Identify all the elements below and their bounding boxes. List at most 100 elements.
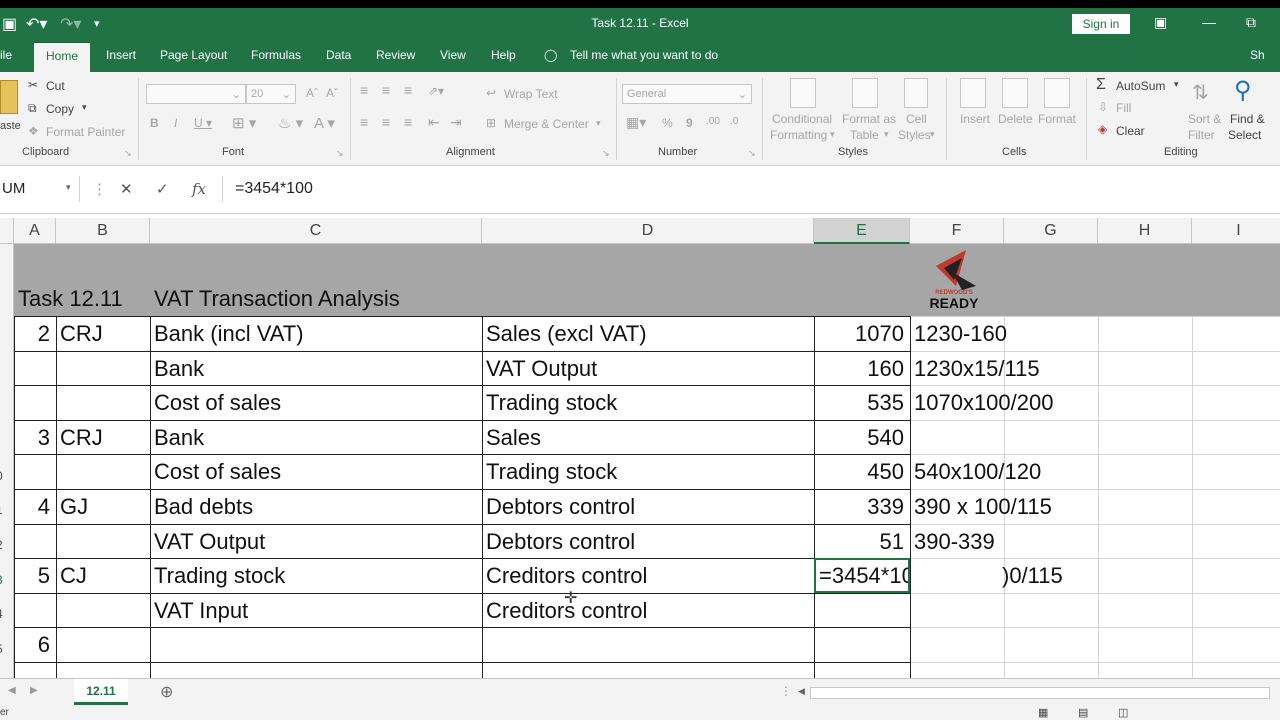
insert-function-icon[interactable]: fx xyxy=(192,180,206,198)
select-all-corner[interactable] xyxy=(0,218,14,244)
cell-styles-line1[interactable]: Cell xyxy=(906,112,927,126)
tab-formulas[interactable]: Formulas xyxy=(251,48,301,62)
merge-dropdown-icon[interactable]: ▾ xyxy=(596,118,601,129)
cell-f[interactable]: 390 x 100/115 xyxy=(910,489,1098,524)
row-header[interactable]: 4 xyxy=(0,607,3,621)
insert-cells-icon[interactable] xyxy=(960,78,986,108)
cell-b[interactable]: GJ xyxy=(56,489,150,524)
insert-cells-button[interactable]: Insert xyxy=(960,112,990,126)
format-painter-button[interactable]: Format Painter xyxy=(46,125,125,139)
tab-file[interactable]: ile xyxy=(0,48,12,62)
row-header[interactable]: 3 xyxy=(0,573,3,587)
conditional-dropdown-icon[interactable]: ▾ xyxy=(830,129,835,140)
cell-d[interactable]: Trading stock xyxy=(482,385,814,420)
cell-d[interactable]: Debtors control xyxy=(482,489,814,524)
cell-e[interactable] xyxy=(814,593,910,628)
cell-c[interactable]: VAT Output xyxy=(150,524,482,559)
cell-c[interactable]: Bank xyxy=(150,420,482,455)
format-table-dropdown-icon[interactable]: ▾ xyxy=(884,129,889,140)
cell-b[interactable] xyxy=(56,593,150,628)
column-header-g[interactable]: G xyxy=(1004,218,1098,244)
sort-filter-icon[interactable]: ⇅ xyxy=(1192,80,1209,105)
name-box-dropdown-icon[interactable]: ▾ xyxy=(66,182,71,193)
cell-e[interactable]: 339 xyxy=(814,489,910,524)
cell-a[interactable] xyxy=(14,593,56,628)
column-header-e[interactable]: E xyxy=(814,218,910,244)
cell-f[interactable]: 1230-160 xyxy=(910,316,1098,351)
ribbon-display-icon[interactable]: ▣ xyxy=(1154,14,1167,31)
row-header[interactable]: 5 xyxy=(0,642,3,656)
column-header-a[interactable]: A xyxy=(14,218,56,244)
tab-data[interactable]: Data xyxy=(326,48,351,62)
cell-d[interactable]: Trading stock xyxy=(482,454,814,489)
cell-e[interactable]: 1070 xyxy=(814,316,910,351)
tab-review[interactable]: Review xyxy=(376,48,415,62)
cut-button[interactable]: Cut xyxy=(46,79,65,93)
cell-f[interactable]: 1070x100/200 xyxy=(910,385,1098,420)
align-top-icon[interactable]: ≡ xyxy=(360,82,368,98)
align-bottom-icon[interactable]: ≡ xyxy=(404,82,412,98)
merge-center-button[interactable]: Merge & Center xyxy=(504,117,589,131)
clipboard-launcher-icon[interactable]: ↘ xyxy=(124,148,132,159)
column-header-i[interactable]: I xyxy=(1192,218,1280,244)
enter-entry-icon[interactable]: ✓ xyxy=(156,180,169,198)
tab-page-layout[interactable]: Page Layout xyxy=(160,48,227,62)
cell-d[interactable]: Creditors control xyxy=(482,593,814,628)
cell-e[interactable]: 160 xyxy=(814,351,910,386)
underline-icon[interactable]: U ▾ xyxy=(194,116,212,130)
cell-a[interactable]: 5 xyxy=(14,558,56,593)
cell-f[interactable]: 390-339 xyxy=(910,524,1098,559)
horizontal-scrollbar[interactable] xyxy=(810,687,1270,699)
sort-filter-line2[interactable]: Filter xyxy=(1188,128,1215,142)
cell-e[interactable]: 450 xyxy=(814,454,910,489)
cell-c[interactable]: Bank (incl VAT) xyxy=(150,316,482,351)
format-as-table-icon[interactable] xyxy=(852,78,878,108)
align-right-icon[interactable]: ≡ xyxy=(404,114,412,130)
cell-b[interactable] xyxy=(56,627,150,662)
cell-b[interactable]: CJ xyxy=(56,558,150,593)
cell-f[interactable]: )0/115 xyxy=(910,558,1098,593)
font-size-select[interactable]: 20 ⌄ xyxy=(246,84,296,104)
restore-icon[interactable]: ⧉ xyxy=(1246,14,1256,31)
cell-a[interactable] xyxy=(14,454,56,489)
orientation-icon[interactable]: ⇗▾ xyxy=(428,84,444,98)
cell-d[interactable]: Debtors control xyxy=(482,524,814,559)
conditional-formatting-line2[interactable]: Formatting xyxy=(770,128,827,142)
autosum-icon[interactable]: Σ xyxy=(1096,76,1106,94)
cell-f[interactable] xyxy=(910,420,1098,455)
decrease-decimal-icon[interactable]: .0 xyxy=(730,116,738,127)
cell-c[interactable] xyxy=(150,627,482,662)
cell-c[interactable]: Bad debts xyxy=(150,489,482,524)
cancel-entry-icon[interactable]: ✕ xyxy=(120,180,133,198)
decrease-indent-icon[interactable]: ⇤ xyxy=(428,114,440,131)
next-sheet-icon[interactable]: ▶ xyxy=(30,685,38,696)
cell-c[interactable]: VAT Input xyxy=(150,593,482,628)
decrease-font-icon[interactable]: Aˇ xyxy=(326,86,338,100)
font-launcher-icon[interactable]: ↘ xyxy=(336,148,344,159)
font-name-select[interactable]: ⌄ xyxy=(146,84,246,104)
cell-a[interactable] xyxy=(14,385,56,420)
cell-c[interactable]: Cost of sales xyxy=(150,385,482,420)
fill-icon[interactable]: ⇩ xyxy=(1098,100,1108,114)
cell-e[interactable] xyxy=(814,627,910,662)
sheet-tab-active[interactable]: 12.11 xyxy=(74,679,128,705)
cell-b[interactable] xyxy=(56,385,150,420)
page-layout-view-icon[interactable]: ▤ xyxy=(1078,706,1088,719)
cell-b[interactable]: CRJ xyxy=(56,316,150,351)
align-middle-icon[interactable]: ≡ xyxy=(382,82,390,98)
copy-icon[interactable]: ⧉ xyxy=(28,101,37,116)
wrap-text-icon[interactable]: ↩ xyxy=(486,86,496,100)
font-color-icon[interactable]: A ▾ xyxy=(314,114,335,132)
minimize-icon[interactable]: — xyxy=(1202,14,1216,30)
percent-icon[interactable]: % xyxy=(662,116,673,130)
cell-e[interactable]: 51 xyxy=(814,524,910,559)
fill-color-icon[interactable]: ♨ ▾ xyxy=(278,114,303,132)
column-header-b[interactable]: B xyxy=(56,218,150,244)
cell-a[interactable] xyxy=(14,351,56,386)
fill-button[interactable]: Fill xyxy=(1116,101,1131,115)
align-center-icon[interactable]: ≡ xyxy=(382,114,390,130)
tell-me-search[interactable]: Tell me what you want to do xyxy=(570,48,718,62)
active-cell-e[interactable]: =3454*100 xyxy=(814,558,910,593)
format-cells-icon[interactable] xyxy=(1044,78,1070,108)
merge-center-icon[interactable]: ⊞ xyxy=(486,116,496,130)
